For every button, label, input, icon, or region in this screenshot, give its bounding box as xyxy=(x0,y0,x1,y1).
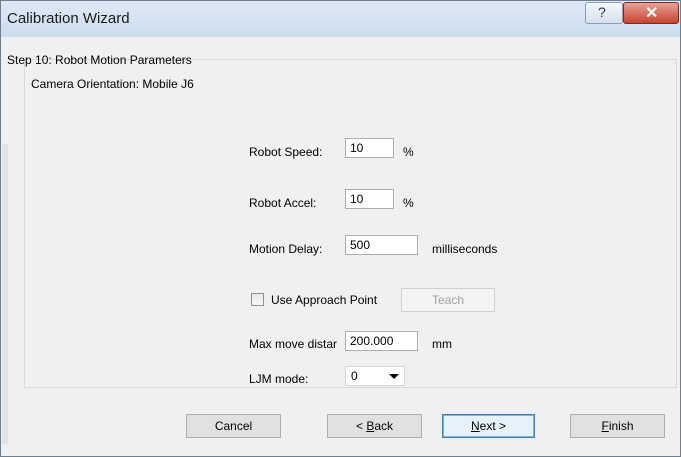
max-move-unit: mm xyxy=(432,337,452,351)
calibration-wizard-window: Calibration Wizard ? ✕ Step 10: Robot Mo… xyxy=(0,0,681,457)
max-move-label: Max move distar xyxy=(249,337,338,351)
robot-accel-unit: % xyxy=(403,196,414,210)
max-move-input[interactable]: 200.000 xyxy=(345,331,418,351)
next-label-rest: ext > xyxy=(479,419,507,433)
finish-accelerator: F xyxy=(601,419,609,433)
close-icon: ✕ xyxy=(645,5,659,22)
finish-button[interactable]: Finish xyxy=(570,414,665,438)
help-icon: ? xyxy=(598,4,606,20)
left-edge-bar xyxy=(2,144,8,444)
help-button[interactable]: ? xyxy=(585,2,623,24)
robot-accel-label: Robot Accel: xyxy=(249,196,317,210)
back-label-rest: ack xyxy=(374,419,394,433)
cancel-button[interactable]: Cancel xyxy=(186,414,281,438)
ljm-mode-label: LJM mode: xyxy=(249,372,309,386)
camera-orientation-label: Camera Orientation: Mobile J6 xyxy=(31,77,194,91)
step-title: Step 10: Robot Motion Parameters xyxy=(7,53,192,67)
robot-speed-input[interactable]: 10 xyxy=(345,138,394,158)
teach-button[interactable]: Teach xyxy=(401,288,495,312)
next-button[interactable]: Next > xyxy=(442,414,535,438)
ljm-mode-value: 0 xyxy=(351,369,358,383)
robot-accel-input[interactable]: 10 xyxy=(345,189,394,209)
motion-delay-input[interactable]: 500 xyxy=(345,235,418,255)
chevron-down-icon xyxy=(389,374,399,379)
back-prefix: < xyxy=(355,419,367,433)
motion-delay-unit: milliseconds xyxy=(432,242,498,256)
use-approach-point-checkbox[interactable] xyxy=(251,293,264,306)
robot-speed-unit: % xyxy=(403,145,414,159)
motion-delay-label: Motion Delay: xyxy=(249,242,323,256)
ljm-mode-select[interactable]: 0 xyxy=(345,366,405,386)
back-button[interactable]: < Back xyxy=(327,414,422,438)
next-accelerator: N xyxy=(470,419,480,433)
finish-label-rest: inish xyxy=(608,419,634,433)
title-bar: Calibration Wizard ? ✕ xyxy=(1,1,680,37)
close-button[interactable]: ✕ xyxy=(623,2,679,24)
wizard-client-area: Step 10: Robot Motion Parameters Camera … xyxy=(1,37,680,456)
window-title: Calibration Wizard xyxy=(7,10,130,27)
robot-speed-label: Robot Speed: xyxy=(249,145,323,159)
use-approach-point-label[interactable]: Use Approach Point xyxy=(271,293,377,307)
